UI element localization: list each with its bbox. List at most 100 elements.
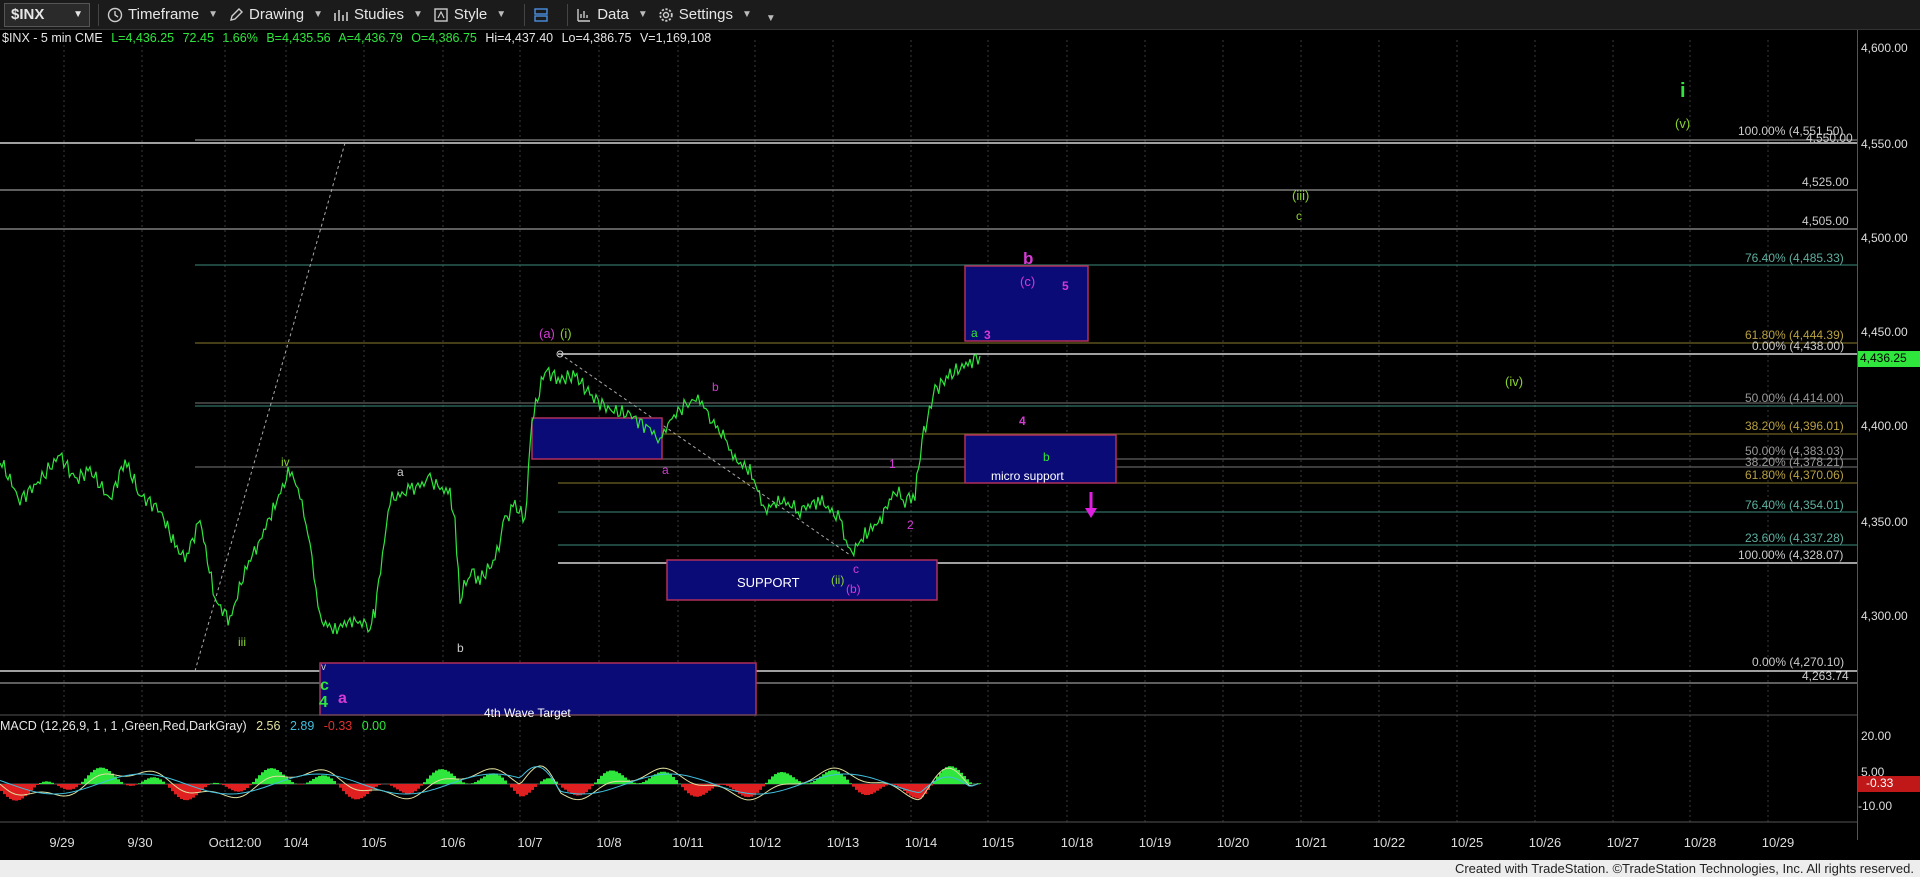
studies-button[interactable]: Studies ▼ — [333, 0, 423, 30]
symbol-selector[interactable]: $INX ▼ — [4, 2, 90, 27]
macd-bar — [918, 784, 921, 799]
fib-label: 0.00% (4,270.10) — [1752, 655, 1845, 669]
macd-bar — [12, 784, 15, 801]
macd-bar — [480, 778, 483, 784]
fib-label: 76.40% (4,485.33) — [1745, 251, 1844, 265]
macd-bar — [213, 782, 216, 784]
support-box — [666, 559, 938, 601]
macd-bar — [645, 780, 648, 784]
date-tick: Oct12:00 — [208, 835, 262, 850]
price-axis[interactable] — [1857, 30, 1920, 840]
macd-bar — [417, 784, 420, 789]
macd-bar — [228, 784, 231, 789]
macd-bar — [642, 782, 645, 784]
macd-bar — [729, 784, 732, 788]
caret-down-icon: ▼ — [208, 9, 219, 20]
style-label: Style — [453, 6, 488, 23]
wave-label: 4 — [319, 694, 328, 711]
chevron-down-icon: ▼ — [73, 9, 83, 20]
macd-bar — [663, 771, 666, 784]
macd-bar — [66, 784, 69, 790]
layout-icon — [534, 7, 548, 22]
macd-bar — [651, 776, 654, 784]
wave-label: (iv) — [1505, 374, 1524, 389]
macd-bar — [579, 784, 582, 796]
macd-bar — [822, 774, 825, 784]
data-button[interactable]: Data ▼ — [576, 0, 648, 30]
macd-bar — [93, 769, 96, 784]
settings-label: Settings — [678, 6, 733, 23]
macd-bar — [720, 784, 723, 785]
macd-bar — [552, 779, 555, 784]
macd-signal-value: 2.89 — [289, 719, 315, 733]
wave-label: a — [338, 690, 347, 707]
date-tick: 10/14 — [904, 835, 938, 850]
macd-bar — [906, 784, 909, 794]
macd-bar — [423, 782, 426, 784]
macd-header: MACD (12,26,9, 1 , 1 ,Green,Red,DarkGray… — [0, 719, 392, 733]
macd-bar — [360, 784, 363, 799]
chart-toolbar: $INX ▼ Timeframe ▼ Drawing ▼ Studies ▼ S… — [0, 0, 1920, 30]
macd-bar — [234, 784, 237, 792]
wave-label: (c) — [1020, 274, 1036, 289]
wave-label: 5 — [1062, 279, 1069, 293]
macd-bar — [558, 784, 561, 785]
macd-bar — [585, 784, 588, 793]
macd-bar — [249, 784, 252, 786]
macd-bar — [915, 784, 918, 799]
macd-bar — [501, 777, 504, 784]
drawing-label: Drawing — [249, 6, 305, 23]
style-button[interactable]: Style ▼ — [433, 0, 506, 30]
macd-bar — [345, 784, 348, 795]
macd-tick: -10.00 — [1858, 799, 1893, 813]
date-tick: 10/21 — [1294, 835, 1328, 850]
macd-bar — [354, 784, 357, 800]
macd-bar — [660, 771, 663, 784]
timeframe-button[interactable]: Timeframe ▼ — [107, 0, 218, 30]
macd-bar — [264, 770, 267, 784]
macd-bar — [99, 767, 102, 784]
macd-bar — [978, 783, 981, 784]
macd-bar — [567, 784, 570, 792]
macd-bar — [810, 782, 813, 784]
macd-line — [0, 765, 979, 801]
fib-label: 38.20% (4,378.21) — [1745, 455, 1844, 469]
wave-label: (iii) — [1292, 188, 1310, 203]
macd-tick: 20.00 — [1861, 729, 1892, 743]
macd-bar — [546, 778, 549, 784]
macd-bar — [114, 776, 117, 784]
macd-bar — [780, 772, 783, 784]
macd-bar — [879, 784, 882, 789]
macd-bar — [867, 784, 870, 795]
drawing-button[interactable]: Drawing ▼ — [228, 0, 323, 30]
macd-bar — [792, 777, 795, 784]
macd-bar — [759, 784, 762, 790]
macd-bar — [966, 779, 969, 784]
macd-bar — [48, 781, 51, 784]
trendline-anchor — [556, 350, 564, 358]
quote-header: $INX - 5 min CME L=4,436.25 72.45 1.66% … — [2, 31, 716, 45]
macd-bar — [483, 776, 486, 784]
macd-bar — [831, 770, 834, 784]
macd-bar — [525, 784, 528, 795]
settings-button[interactable]: Settings ▼ — [658, 0, 752, 30]
macd-value: 2.56 — [256, 719, 281, 733]
macd-bar — [225, 784, 228, 787]
toolbar-divider — [98, 3, 99, 26]
macd-bar — [342, 784, 345, 792]
macd-bar — [495, 773, 498, 784]
trendline — [559, 353, 851, 556]
macd-bar — [159, 779, 162, 784]
macd-bar — [402, 784, 405, 793]
macd-bar — [21, 784, 24, 799]
toolbar-overflow-button[interactable]: ▼ — [762, 0, 776, 30]
layout-button[interactable] — [533, 0, 549, 30]
pencil-icon — [230, 7, 244, 21]
wave-label: i — [1680, 80, 1686, 102]
macd-bar — [648, 778, 651, 784]
price-chart[interactable] — [0, 0, 1920, 877]
macd-bar — [153, 777, 156, 784]
macd-bar — [216, 782, 219, 784]
wave-label: 1 — [889, 457, 896, 471]
date-tick: 10/26 — [1528, 835, 1562, 850]
